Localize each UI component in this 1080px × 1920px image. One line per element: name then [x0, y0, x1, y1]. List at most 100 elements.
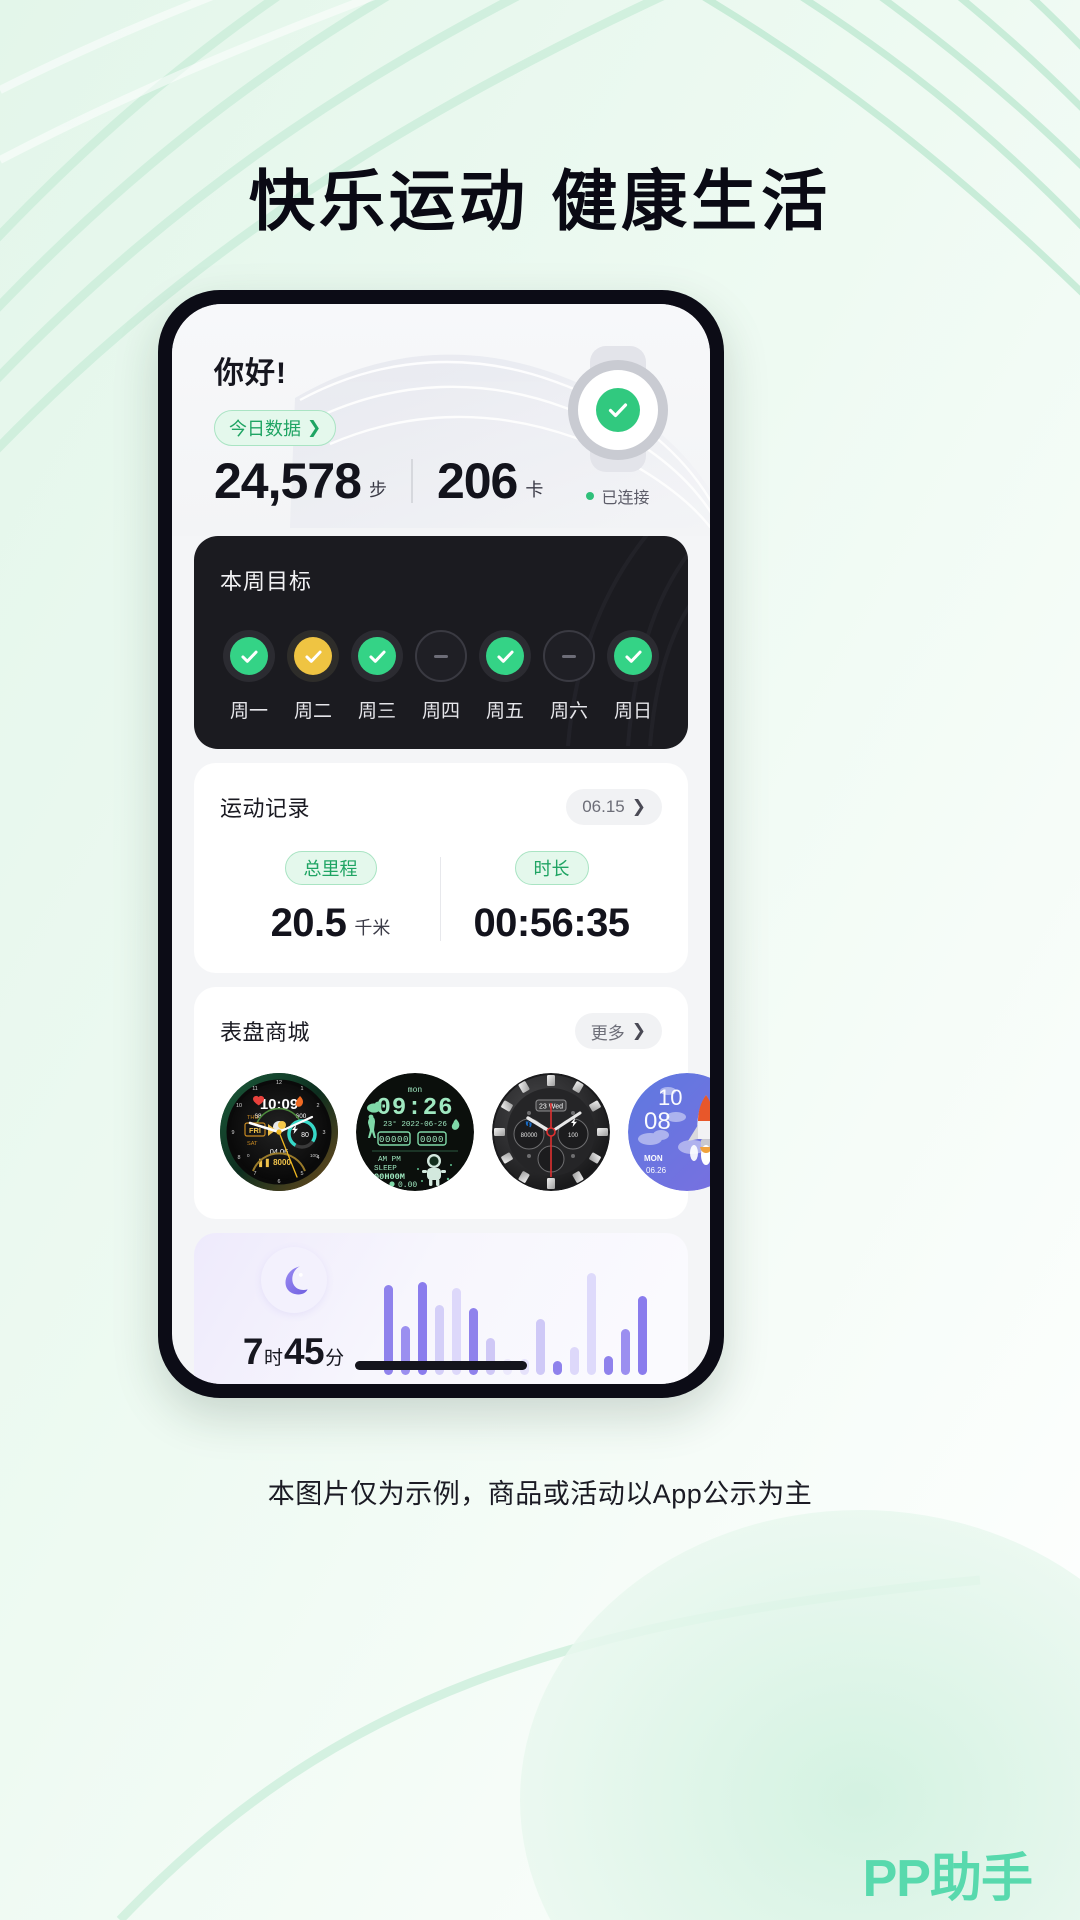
today-data-button[interactable]: 今日数据 ❯	[214, 410, 337, 446]
greeting-text: 你好!	[214, 357, 287, 390]
sleep-hours: 7	[242, 1331, 264, 1372]
check-icon	[358, 637, 396, 675]
svg-text:5: 5	[301, 1171, 304, 1177]
duration-value: 00:56:35	[473, 901, 630, 945]
svg-text:12: 12	[276, 1080, 282, 1086]
goal-day-label: 周四	[421, 701, 460, 722]
distance-unit: 千米	[354, 918, 391, 938]
watch-store-title: 表盘商城	[220, 1020, 311, 1045]
watch-face-rocket-blue[interactable]: 10 08 MON 06.26	[628, 1073, 710, 1191]
device-status-widget[interactable]: 已连接	[562, 346, 674, 508]
goal-day-ring	[415, 630, 467, 682]
face2-date: 23° 2022-06-26	[383, 1120, 447, 1129]
footer-note: 本图片仅为示例，商品或活动以App公示为主	[267, 1479, 813, 1509]
sleep-bar	[570, 1347, 580, 1375]
svg-text:6: 6	[278, 1179, 281, 1185]
svg-text:1: 1	[301, 1086, 304, 1092]
sleep-bar	[621, 1328, 631, 1375]
svg-text:9: 9	[232, 1130, 235, 1136]
goal-day-5[interactable]: 周五	[476, 630, 534, 723]
face4-date: 06.26	[646, 1166, 667, 1175]
distance-metric: 总里程 20.5 千米	[220, 851, 441, 943]
goal-day-6[interactable]: 周六	[540, 630, 598, 723]
weekly-goal-days: 周一 周二 周三 周四 周五 周六 周日	[220, 630, 662, 723]
face2-time: 09:26	[376, 1095, 453, 1122]
watch-store-header: 表盘商城 更多 ❯	[194, 1013, 688, 1049]
phone-screen: 你好! 今日数据 ❯ 24,578 步 206 卡 已连接 本周目标 周一 周二…	[172, 304, 710, 1384]
svg-text:THU: THU	[247, 1115, 259, 1121]
svg-text:3: 3	[323, 1130, 326, 1136]
goal-day-4[interactable]: 周四	[412, 630, 470, 723]
home-indicator	[355, 1361, 527, 1370]
page-title: 快乐运动 健康生活	[248, 164, 832, 238]
face2-weekday: mon	[408, 1086, 423, 1095]
weekly-goal-card[interactable]: 本周目标 周一 周二 周三 周四 周五 周六 周日	[194, 536, 688, 749]
svg-text:100: 100	[310, 1153, 318, 1158]
sleep-hours-unit: 时	[263, 1348, 283, 1369]
watch-face-digital-astronaut[interactable]: mon 09:26 23° 2022-06-26 00000 0000 AM P…	[356, 1073, 474, 1191]
svg-text:10: 10	[236, 1103, 242, 1109]
face1-time: 10:09	[260, 1096, 298, 1113]
watch-store-more-label: 更多	[590, 1023, 625, 1043]
svg-text:2: 2	[317, 1103, 320, 1109]
watch-store-more-button[interactable]: 更多 ❯	[574, 1013, 662, 1049]
moon-glyph-icon	[285, 1266, 308, 1295]
sleep-bar	[604, 1356, 614, 1375]
sleep-bar	[553, 1361, 563, 1375]
distance-value-row: 20.5 千米	[220, 903, 441, 943]
goal-day-label: 周六	[549, 701, 588, 722]
watch-face-analog-dark[interactable]: 12 1 2 345 678 9 10 11 10:09 68 600 THU …	[220, 1073, 338, 1191]
sleep-minutes: 45	[283, 1331, 325, 1372]
svg-text:0: 0	[247, 1153, 250, 1158]
check-icon	[486, 637, 524, 675]
hero-section: 你好! 今日数据 ❯ 24,578 步 206 卡 已连接	[172, 304, 710, 536]
calories-stat: 206 卡	[437, 456, 543, 506]
exercise-record-body: 总里程 20.5 千米 时长 00:56:35	[220, 851, 662, 943]
calories-value: 206	[436, 453, 518, 509]
sleep-bar	[587, 1272, 597, 1375]
sleep-summary: 7 时 45 分 总时长	[218, 1247, 370, 1384]
svg-text:00000: 00000	[379, 1135, 409, 1145]
goal-day-ring	[543, 630, 595, 682]
watch-face-chronograph-steel[interactable]: 23 Wed 80000 👣 100	[492, 1073, 610, 1191]
svg-text:7: 7	[254, 1171, 257, 1177]
sleep-bar	[638, 1296, 648, 1375]
calories-unit: 卡	[525, 480, 544, 500]
steps-value: 24,578	[214, 453, 362, 509]
goal-day-ring	[351, 630, 403, 682]
goal-day-label: 周三	[357, 701, 396, 722]
exercise-date-label: 06.15	[582, 797, 625, 816]
goal-day-ring	[287, 630, 339, 682]
today-data-label: 今日数据	[229, 419, 301, 439]
goal-day-2[interactable]: 周二	[284, 630, 342, 723]
sleep-minutes-unit: 分	[325, 1348, 345, 1369]
sleep-bars	[384, 1259, 664, 1375]
svg-text:❚❚: ❚❚	[257, 1158, 270, 1168]
pp-assistant-watermark: PP助手	[862, 1850, 1033, 1908]
dash-icon	[422, 637, 460, 675]
phone-mockup: 你好! 今日数据 ❯ 24,578 步 206 卡 已连接 本周目标 周一 周二…	[158, 290, 724, 1398]
check-icon	[614, 637, 652, 675]
check-icon	[294, 637, 332, 675]
status-dot-icon	[586, 492, 595, 500]
check-icon	[230, 637, 268, 675]
exercise-date-button[interactable]: 06.15 ❯	[566, 789, 662, 825]
watch-face-store-card[interactable]: 表盘商城 更多 ❯ 12 1 2 3 4 5 6 7 8 9 10 11 10:…	[194, 987, 710, 1219]
goal-day-label: 周日	[613, 701, 652, 722]
exercise-record-title: 运动记录	[220, 796, 311, 821]
goal-day-label: 周五	[485, 701, 524, 722]
svg-text:FRI: FRI	[249, 1126, 261, 1135]
svg-text:11: 11	[252, 1086, 258, 1092]
goal-day-3[interactable]: 周三	[348, 630, 406, 723]
duration-tag: 时长	[514, 851, 589, 885]
goal-day-ring	[607, 630, 659, 682]
distance-value: 20.5	[270, 901, 347, 945]
duration-value-row: 00:56:35	[441, 903, 662, 943]
goal-day-7[interactable]: 周日	[604, 630, 662, 723]
sleep-duration: 7 时 45 分	[218, 1331, 370, 1373]
check-circle-icon	[596, 388, 640, 432]
goal-day-1[interactable]: 周一	[220, 630, 278, 723]
exercise-record-card[interactable]: 运动记录 06.15 ❯ 总里程 20.5 千米 时长 00:56:35	[194, 763, 688, 973]
daily-stats-row: 24,578 步 206 卡	[214, 456, 543, 506]
svg-text:0000: 0000	[420, 1135, 444, 1145]
